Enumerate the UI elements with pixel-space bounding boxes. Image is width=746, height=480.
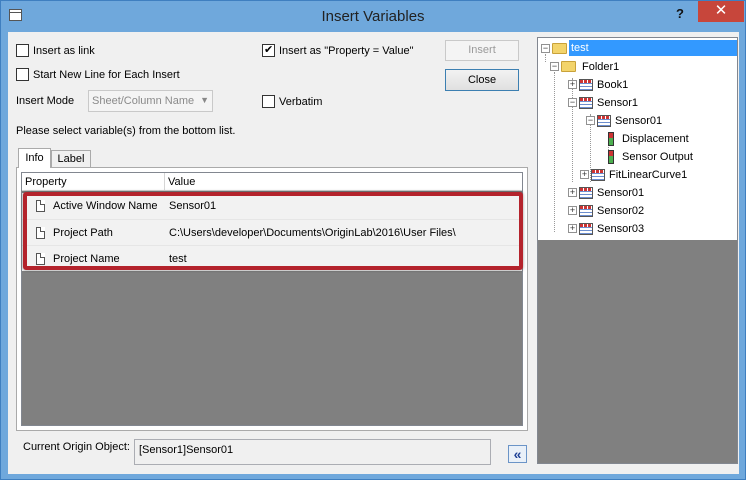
start-new-line-label: Start New Line for Each Insert xyxy=(33,69,180,81)
tree-node-label: Folder1 xyxy=(582,61,620,73)
tree-node-label: Sensor03 xyxy=(597,223,645,235)
insert-mode-value: Sheet/Column Name xyxy=(92,95,195,107)
tree-node-label: Sensor02 xyxy=(597,205,645,217)
expand-node-icon[interactable]: + xyxy=(568,206,577,215)
collapse-node-icon[interactable]: − xyxy=(541,44,550,53)
column-header-property[interactable]: Property xyxy=(22,173,165,191)
insert-as-property-value-label: Insert as "Property = Value" xyxy=(279,45,414,57)
tree-line xyxy=(572,78,573,182)
tree-node-label: Sensor Output xyxy=(622,151,693,163)
close-button[interactable]: Close xyxy=(445,69,519,91)
workbook-icon xyxy=(579,79,593,91)
insert-mode-select[interactable]: Sheet/Column Name ▼ xyxy=(88,90,213,112)
tree-node-label: Book1 xyxy=(597,79,629,91)
column-icon xyxy=(608,150,614,164)
workbook-icon xyxy=(579,97,593,109)
start-new-line-checkbox[interactable] xyxy=(16,68,29,81)
tree-node-label: Sensor01 xyxy=(615,115,663,127)
worksheet-icon xyxy=(591,169,605,181)
tab-label[interactable]: Label xyxy=(51,150,91,167)
collapse-button[interactable]: « xyxy=(508,445,527,463)
dialog-body: Insert as link Insert as "Property = Val… xyxy=(8,32,739,474)
expand-node-icon[interactable]: + xyxy=(568,80,577,89)
expand-node-icon[interactable]: + xyxy=(568,188,577,197)
collapse-node-icon[interactable]: − xyxy=(568,98,577,107)
column-header-value[interactable]: Value xyxy=(165,173,522,191)
dialog-window: Insert Variables ? ✕ Insert as link Inse… xyxy=(0,0,746,480)
tree-line xyxy=(554,72,555,232)
insert-mode-label: Insert Mode xyxy=(16,95,75,107)
worksheet-icon xyxy=(597,115,611,127)
current-object-field[interactable]: [Sensor1]Sensor01 xyxy=(134,439,491,465)
close-window-button[interactable]: ✕ xyxy=(698,1,744,22)
tree-node-label: Sensor1 xyxy=(597,97,638,109)
verbatim-checkbox[interactable] xyxy=(262,95,275,108)
insert-as-link-label: Insert as link xyxy=(33,45,95,57)
help-button[interactable]: ? xyxy=(668,5,692,23)
insert-as-property-value-checkbox[interactable] xyxy=(262,43,275,57)
workbook-icon xyxy=(579,205,593,217)
tree-node-label: Sensor01 xyxy=(597,187,645,199)
project-tree[interactable]: − test − Folder1 + Book1 − Sensor1 − Sen… xyxy=(537,37,738,464)
title-bar[interactable]: Insert Variables ? ✕ xyxy=(1,1,745,32)
expand-node-icon[interactable]: + xyxy=(580,170,589,179)
tree-node-label: FitLinearCurve1 xyxy=(609,169,688,181)
tree-line xyxy=(545,54,546,62)
workbook-icon xyxy=(579,223,593,235)
insert-as-link-checkbox[interactable] xyxy=(16,44,29,57)
highlight-annotation xyxy=(23,192,523,270)
insert-button[interactable]: Insert xyxy=(445,40,519,61)
folder-icon xyxy=(561,61,576,72)
column-icon xyxy=(608,132,614,146)
collapse-node-icon[interactable]: − xyxy=(550,62,559,71)
window-title: Insert Variables xyxy=(321,8,425,25)
expand-node-icon[interactable]: + xyxy=(568,224,577,233)
current-object-label: Current Origin Object: xyxy=(23,441,130,453)
workbook-icon xyxy=(579,187,593,199)
tab-info[interactable]: Info xyxy=(18,148,51,168)
tree-node-label: test xyxy=(569,40,737,56)
grid-header: Property Value xyxy=(22,173,522,191)
chevron-down-icon: ▼ xyxy=(200,95,209,105)
collapse-node-icon[interactable]: − xyxy=(586,116,595,125)
tree-node-label: Displacement xyxy=(622,133,689,145)
instruction-text: Please select variable(s) from the botto… xyxy=(16,125,236,137)
verbatim-label: Verbatim xyxy=(279,96,323,108)
folder-icon xyxy=(552,43,567,54)
